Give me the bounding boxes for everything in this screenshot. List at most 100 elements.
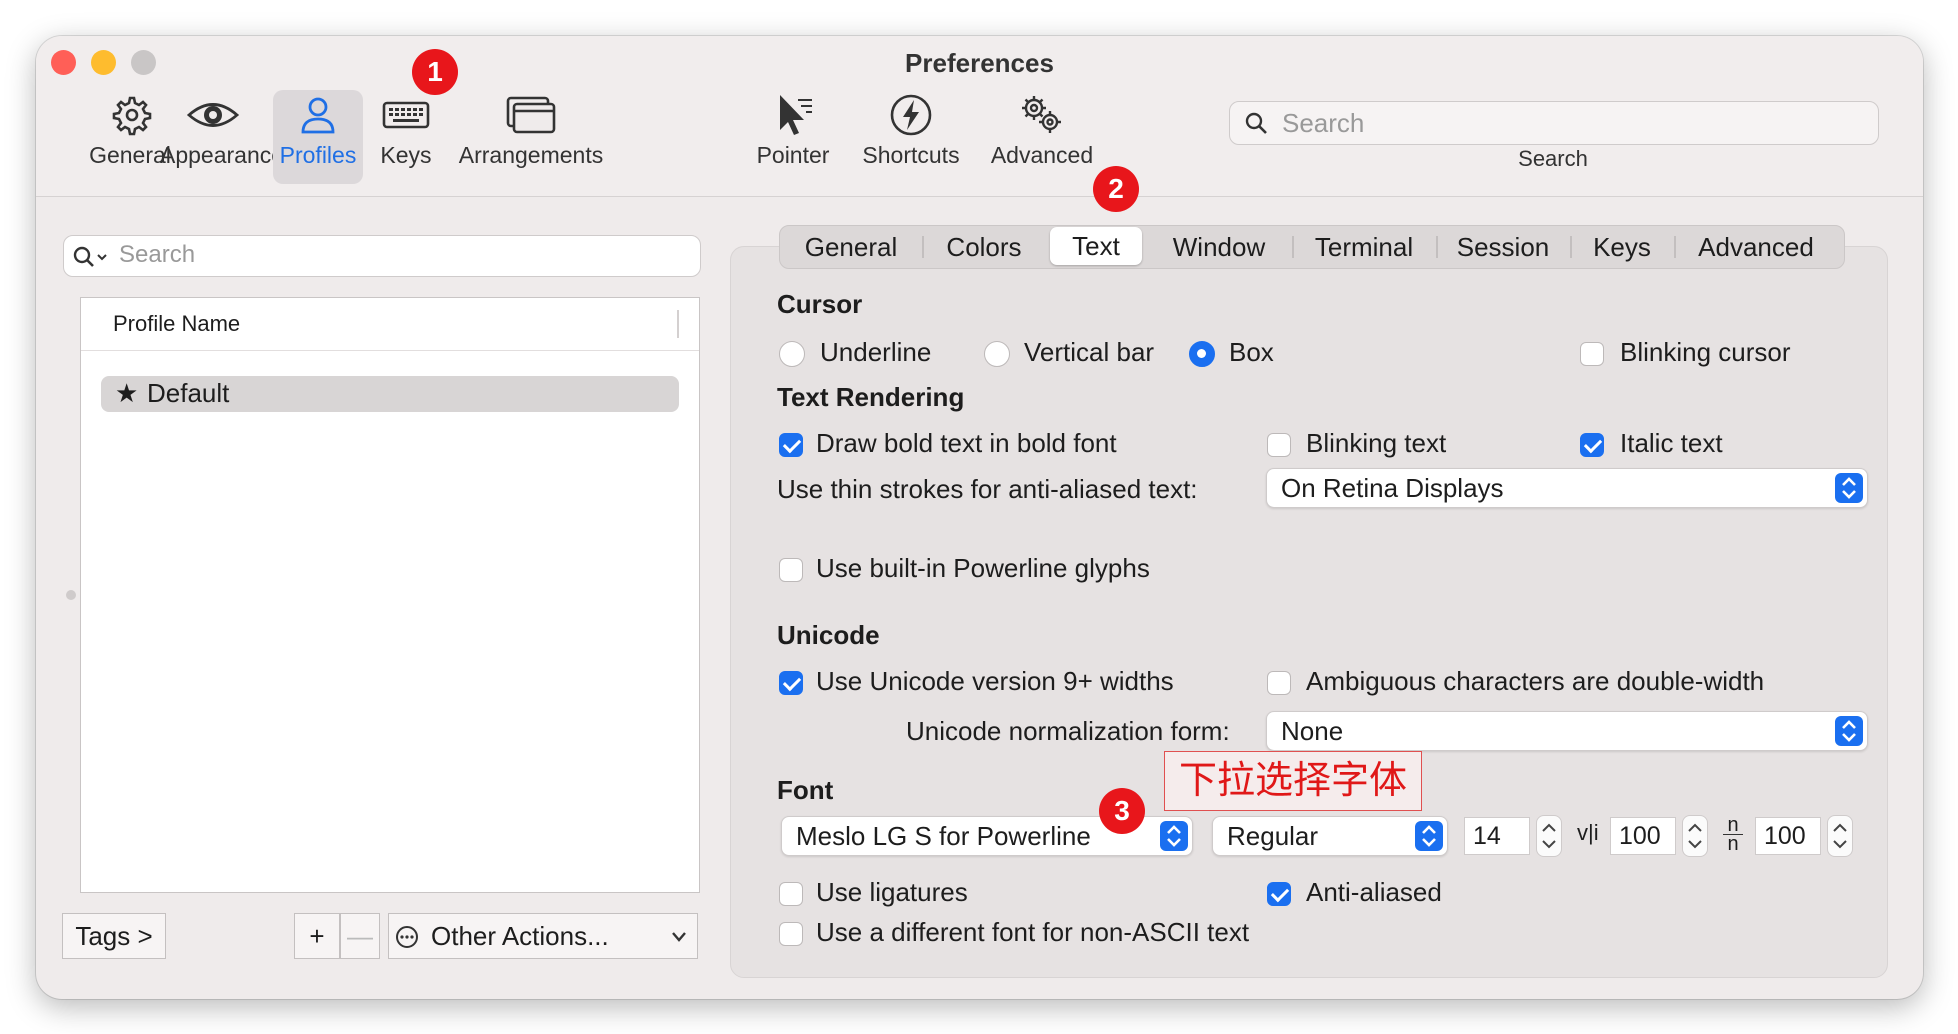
toolbar-pointer-label: Pointer: [756, 142, 830, 168]
add-profile-button[interactable]: +: [294, 913, 340, 959]
powerline-glyphs-checkbox[interactable]: [779, 558, 803, 582]
tab-advanced[interactable]: Advanced: [1676, 226, 1836, 268]
thin-strokes-value: On Retina Displays: [1281, 473, 1504, 503]
other-actions-label: Other Actions...: [431, 921, 609, 951]
vertical-spacing-stepper[interactable]: [1827, 815, 1853, 857]
chevron-down-icon: [672, 932, 686, 942]
font-heading: Font: [777, 775, 834, 805]
horizontal-spacing-icon: v|i: [1577, 820, 1599, 845]
popup-arrows-icon: [1835, 716, 1863, 746]
thin-strokes-label: Use thin strokes for anti-aliased text:: [777, 474, 1198, 504]
toolbar-search-placeholder: Search: [1282, 108, 1365, 138]
italic-text-label: Italic text: [1620, 428, 1723, 458]
search-icon: [1245, 112, 1267, 134]
tab-keys[interactable]: Keys: [1572, 226, 1672, 268]
annotation-badge-2: 2: [1093, 166, 1139, 212]
blinking-text-checkbox[interactable]: [1267, 433, 1291, 457]
gears-icon: [1022, 96, 1061, 133]
ambiguous-width-checkbox[interactable]: [1267, 671, 1291, 695]
bold-font-label: Draw bold text in bold font: [816, 428, 1117, 458]
ligatures-checkbox[interactable]: [779, 882, 803, 906]
tab-terminal[interactable]: Terminal: [1294, 226, 1434, 268]
bold-font-checkbox[interactable]: [779, 433, 803, 457]
star-icon: ★: [115, 378, 139, 408]
profile-list: Profile Name ★ Default: [80, 297, 700, 893]
tab-colors[interactable]: Colors: [923, 226, 1045, 268]
toolbar: Preferences General Appearance Profiles …: [36, 36, 1923, 197]
vertical-spacing-icon: nn: [1723, 815, 1743, 856]
cursor-vertical-bar-radio[interactable]: [984, 341, 1010, 367]
search-options-icon: [73, 246, 107, 267]
non-ascii-font-label: Use a different font for non-ASCII text: [816, 917, 1250, 947]
keyboard-icon: [382, 101, 430, 129]
italic-text-checkbox[interactable]: [1580, 433, 1604, 457]
ellipsis-circle-icon: [396, 926, 418, 948]
unicode-normalization-popup[interactable]: None: [1266, 711, 1868, 751]
toolbar-advanced-label: Advanced: [990, 142, 1094, 168]
toolbar-keys[interactable]: Keys: [371, 90, 441, 184]
column-header-profile-name[interactable]: Profile Name: [113, 311, 240, 337]
profile-name: Default: [147, 378, 230, 408]
remove-profile-button[interactable]: —: [340, 913, 380, 959]
unicode-normalization-value: None: [1281, 716, 1344, 746]
annotation-callout: 下拉选择字体: [1164, 751, 1423, 811]
thin-strokes-popup[interactable]: On Retina Displays: [1266, 468, 1868, 508]
toolbar-arrangements-label: Arrangements: [458, 142, 604, 168]
toolbar-arrangements[interactable]: Arrangements: [456, 90, 606, 184]
annotation-badge-1: 1: [412, 49, 458, 95]
blinking-cursor-checkbox[interactable]: [1580, 342, 1604, 366]
other-actions-button[interactable]: Other Actions...: [388, 913, 698, 959]
powerline-glyphs-label: Use built-in Powerline glyphs: [816, 553, 1150, 583]
vertical-spacing-field[interactable]: 100: [1755, 817, 1821, 855]
unicode-9-checkbox[interactable]: [779, 671, 803, 695]
profile-search-placeholder: Search: [119, 241, 196, 268]
tab-text[interactable]: Text: [1050, 227, 1142, 265]
annotation-badge-3: 3: [1099, 788, 1145, 834]
popup-arrows-icon: [1835, 473, 1863, 503]
profile-list-header: Profile Name: [81, 298, 699, 351]
cursor-box-radio[interactable]: [1189, 341, 1215, 367]
toolbar-search-field[interactable]: Search: [1229, 101, 1879, 145]
anti-aliased-checkbox[interactable]: [1267, 882, 1291, 906]
toolbar-shortcuts[interactable]: Shortcuts: [856, 90, 966, 184]
non-ascii-font-checkbox[interactable]: [779, 922, 803, 946]
font-size-stepper[interactable]: [1536, 815, 1562, 857]
font-style-value: Regular: [1227, 821, 1319, 851]
tab-session[interactable]: Session: [1438, 226, 1568, 268]
toolbar-shortcuts-label: Shortcuts: [862, 142, 960, 168]
cursor-underline-label: Underline: [820, 337, 932, 367]
font-style-popup[interactable]: Regular: [1212, 816, 1448, 856]
blinking-text-label: Blinking text: [1306, 428, 1447, 458]
toolbar-profiles[interactable]: Profiles: [273, 90, 363, 184]
unicode-normalization-label: Unicode normalization form:: [906, 716, 1230, 746]
cursor-heading: Cursor: [777, 289, 863, 319]
tab-general[interactable]: General: [780, 226, 922, 268]
settings-tabs: General Colors Text Window Terminal Sess…: [779, 225, 1845, 269]
anti-aliased-label: Anti-aliased: [1306, 877, 1442, 907]
cursor-icon: [780, 95, 812, 135]
font-size-field[interactable]: 14: [1464, 817, 1530, 855]
ambiguous-width-label: Ambiguous characters are double-width: [1306, 666, 1765, 696]
bolt-icon: [890, 94, 932, 136]
horizontal-spacing-stepper[interactable]: [1682, 815, 1708, 857]
text-rendering-heading: Text Rendering: [777, 382, 965, 412]
horizontal-spacing-field[interactable]: 100: [1610, 817, 1676, 855]
popup-arrows-icon: [1415, 821, 1443, 851]
cursor-box-label: Box: [1229, 337, 1274, 367]
cursor-underline-radio[interactable]: [779, 341, 805, 367]
toolbar-advanced[interactable]: Advanced: [990, 90, 1094, 184]
toolbar-pointer[interactable]: Pointer: [748, 90, 838, 184]
font-family-value: Meslo LG S for Powerline: [796, 821, 1091, 851]
toolbar-keys-label: Keys: [380, 142, 432, 168]
split-handle[interactable]: [66, 590, 76, 600]
popup-arrows-icon: [1160, 821, 1188, 851]
profile-row-default[interactable]: ★ Default: [101, 376, 679, 412]
ligatures-label: Use ligatures: [816, 877, 968, 907]
tab-window[interactable]: Window: [1148, 226, 1290, 268]
eye-icon: [186, 103, 240, 127]
profile-search-field[interactable]: Search: [63, 235, 701, 277]
tags-button[interactable]: Tags >: [62, 913, 166, 959]
gear-icon: [112, 96, 152, 136]
column-divider: [677, 310, 679, 338]
toolbar-appearance[interactable]: Appearance: [160, 90, 284, 184]
